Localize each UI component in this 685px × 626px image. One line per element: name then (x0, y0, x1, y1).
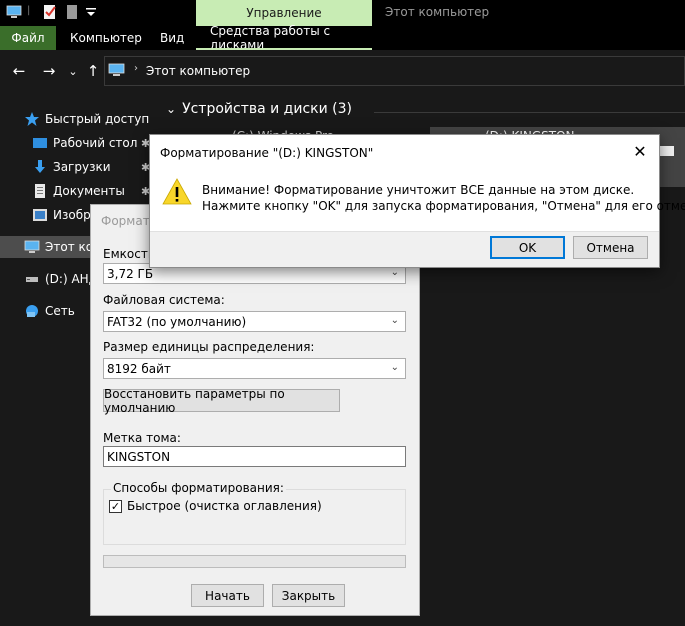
desktop-icon (33, 138, 47, 148)
format-progress-bar (103, 555, 406, 568)
up-button[interactable]: ↑ (84, 62, 102, 80)
sidebar-item-label: Загрузки (53, 160, 111, 174)
star-icon (25, 112, 39, 126)
filesystem-select[interactable]: FAT32 (по умолчанию) ⌄ (103, 311, 406, 332)
window-title: Этот компьютер (385, 5, 490, 19)
quick-format-checkbox[interactable]: ✓ (109, 500, 122, 513)
sidebar-item-downloads[interactable]: Загрузки ✱ (0, 156, 160, 178)
sidebar-item-label: Сеть (45, 304, 75, 318)
warning-dialog: Форматирование "(D:) KINGSTON" ✕ Внимани… (149, 134, 685, 268)
cluster-size-select[interactable]: 8192 байт ⌄ (103, 358, 406, 379)
close-button[interactable]: ✕ (631, 141, 649, 161)
sidebar-item-documents[interactable]: Документы ✱ (0, 180, 160, 202)
filesystem-label: Файловая система: (103, 293, 225, 307)
volume-label-label: Метка тома: (103, 431, 181, 445)
properties-icon[interactable] (42, 4, 58, 20)
sidebar-item-desktop[interactable]: Рабочий стол ✱ (0, 132, 160, 154)
separator: | (27, 5, 31, 16)
capacity-value: 3,72 ГБ (107, 266, 154, 281)
tab-disk-tools[interactable]: Средства работы с дисками (200, 24, 370, 52)
restore-defaults-button[interactable]: Восстановить параметры по умолчанию (103, 387, 340, 415)
warning-icon (162, 178, 192, 205)
start-button[interactable]: Начать (191, 584, 264, 607)
new-folder-icon[interactable] (64, 4, 80, 20)
file-explorer-window: | Управление Этот компьютер Файл Компьют… (0, 0, 685, 626)
computer-icon[interactable] (6, 4, 22, 20)
back-arrow-icon: ← (12, 62, 26, 80)
format-options-title: Способы форматирования: (111, 481, 286, 495)
chevron-down-icon: ⌄ (390, 315, 399, 326)
group-divider (374, 112, 685, 113)
tab-file[interactable]: Файл (0, 26, 56, 50)
group-header-devices[interactable]: ⌄ Устройства и диски (3) (166, 101, 352, 117)
close-icon: ✕ (633, 141, 647, 161)
tab-computer[interactable]: Компьютер (60, 26, 152, 50)
documents-icon (35, 184, 45, 198)
volume-label-value: KINGSTON (107, 449, 171, 464)
drive-icon (26, 277, 38, 282)
warning-message-line1: Внимание! Форматирование уничтожит ВСЕ д… (202, 183, 635, 197)
volume-label-input[interactable]: KINGSTON (103, 446, 406, 467)
chevron-down-icon: ⌄ (68, 64, 78, 78)
tab-manage-context[interactable]: Управление (196, 0, 372, 26)
customize-quick-access-icon[interactable] (83, 4, 99, 20)
computer-icon (108, 63, 125, 76)
title-bar: | Управление Этот компьютер (0, 0, 685, 26)
computer-icon (24, 240, 40, 253)
forward-arrow-icon: → (42, 62, 56, 80)
group-title: Устройства и диски (3) (182, 101, 352, 117)
forward-button[interactable]: → (40, 62, 58, 80)
recent-locations-button[interactable]: ⌄ (64, 62, 82, 80)
sidebar-item-label: Рабочий стол (53, 136, 138, 150)
network-icon (26, 305, 38, 317)
chevron-down-icon: ⌄ (390, 267, 399, 278)
breadcrumb-this-pc[interactable]: Этот компьютер (146, 64, 250, 78)
format-options-group (103, 489, 406, 545)
ok-button[interactable]: OK (490, 236, 565, 259)
sidebar-item-label: Документы (53, 184, 125, 198)
pictures-icon (33, 209, 47, 221)
chevron-down-icon: ⌄ (166, 102, 177, 116)
ribbon-tabs: Файл Компьютер Вид Средства работы с дис… (0, 24, 685, 52)
quick-format-label[interactable]: Быстрое (очистка оглавления) (127, 499, 322, 513)
sidebar-item-quick-access[interactable]: Быстрый доступ (0, 108, 160, 130)
warning-message-line2: Нажмите кнопку "OK" для запуска форматир… (202, 199, 685, 213)
chevron-down-icon: ⌄ (390, 362, 399, 373)
cluster-size-label: Размер единицы распределения: (103, 340, 315, 354)
drive-d-usage-bar (660, 146, 674, 156)
warning-dialog-title: Форматирование "(D:) KINGSTON" (160, 146, 374, 160)
downloads-icon (35, 160, 45, 173)
breadcrumb-separator-icon[interactable]: › (134, 63, 138, 74)
sidebar-item-label: Быстрый доступ (45, 112, 150, 126)
checkmark-icon: ✓ (110, 500, 121, 513)
tab-view[interactable]: Вид (150, 26, 194, 50)
cluster-size-value: 8192 байт (107, 361, 171, 376)
close-button[interactable]: Закрыть (272, 584, 345, 607)
back-button[interactable]: ← (10, 62, 28, 80)
up-arrow-icon: ↑ (86, 62, 100, 80)
filesystem-value: FAT32 (по умолчанию) (107, 314, 247, 329)
cancel-button[interactable]: Отмена (573, 236, 648, 259)
